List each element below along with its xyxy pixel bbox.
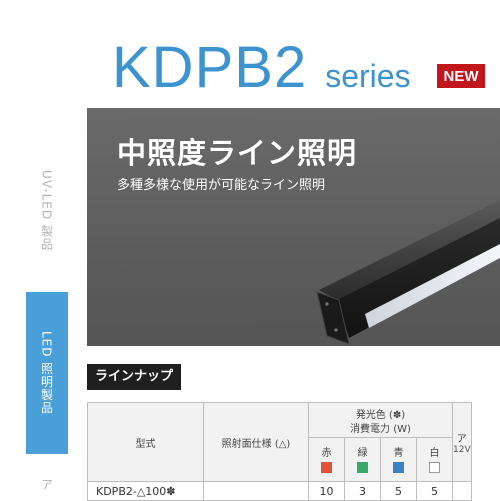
header-model: 型式 — [87, 402, 204, 482]
side-nav-uv-led[interactable]: UV-LED 製品 — [26, 150, 68, 270]
page-title: KDPB2 series — [112, 34, 411, 101]
side-nav-label: LED 照明製品 — [39, 331, 54, 415]
red-swatch — [321, 461, 332, 473]
header-color-blue: 青 — [380, 437, 417, 482]
header-color-green: 緑 — [344, 437, 381, 482]
header-voltage: 12V — [453, 444, 471, 455]
header-emission-color: 発光色 (✽) — [355, 410, 406, 421]
blue-swatch — [393, 461, 404, 473]
cell-white: 5 — [416, 481, 453, 501]
table-row: KDPB2-△100✽ 10 3 5 5 — [87, 481, 472, 501]
hero-heading: 中照度ライン照明 — [117, 136, 358, 170]
color-name: 緑 — [357, 447, 368, 459]
header-emission: 発光色 (✽) 消費電力 (W) — [308, 402, 453, 438]
header-emission-power: 消費電力 (W) — [350, 424, 411, 435]
cell-model: KDPB2-△100✽ — [87, 481, 204, 501]
header-extra-label: ア — [456, 433, 467, 445]
side-nav-next[interactable]: ア — [26, 468, 68, 500]
white-swatch — [429, 461, 440, 473]
model-name: KDPB2 — [112, 35, 308, 100]
header-color-red: 赤 — [308, 437, 345, 482]
cell-face — [203, 481, 309, 501]
header-extra: ア 12V — [452, 402, 472, 482]
side-nav-led-lighting[interactable]: LED 照明製品 — [26, 292, 68, 454]
new-badge: NEW — [437, 64, 485, 88]
color-name: 赤 — [321, 447, 332, 459]
green-swatch — [357, 461, 368, 473]
header-color-white: 白 — [416, 437, 453, 482]
cell-green: 3 — [344, 481, 381, 501]
hero-banner: 中照度ライン照明 多種多様な使用が可能なライン照明 — [87, 108, 500, 346]
cell-red: 10 — [308, 481, 345, 501]
lineup-table: 型式 照射面仕様 (△) 発光色 (✽) 消費電力 (W) ア 12V 赤 緑 … — [87, 402, 472, 501]
side-nav-label: ア — [39, 477, 54, 491]
cell-blue: 5 — [380, 481, 417, 501]
header-face: 照射面仕様 (△) — [203, 402, 309, 482]
color-name: 青 — [393, 447, 404, 459]
cell-extra — [452, 481, 472, 501]
hero-subheading: 多種多様な使用が可能なライン照明 — [117, 178, 326, 193]
section-heading-lineup: ラインナップ — [87, 364, 182, 390]
color-name: 白 — [429, 447, 440, 459]
series-label: series — [325, 58, 411, 94]
side-nav-label: UV-LED 製品 — [39, 169, 54, 251]
